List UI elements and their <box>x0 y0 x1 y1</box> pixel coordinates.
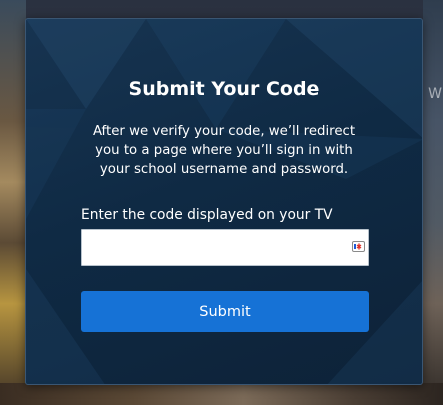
background-photo-left-edge <box>0 0 26 405</box>
background-photo-right-edge <box>423 0 443 405</box>
background-photo-bottom-edge <box>0 383 443 405</box>
code-field-wrapper <box>81 229 369 266</box>
code-input[interactable] <box>81 229 369 266</box>
code-submission-card: Submit Your Code After we verify your co… <box>25 18 423 385</box>
code-field-label: Enter the code displayed on your TV <box>81 207 333 223</box>
instructions-text: After we verify your code, we’ll redirec… <box>92 124 356 177</box>
password-manager-icon[interactable] <box>352 241 365 252</box>
page-title: Submit Your Code <box>128 78 320 100</box>
background-wordmark: W <box>428 86 443 102</box>
submit-button[interactable]: Submit <box>81 291 369 332</box>
